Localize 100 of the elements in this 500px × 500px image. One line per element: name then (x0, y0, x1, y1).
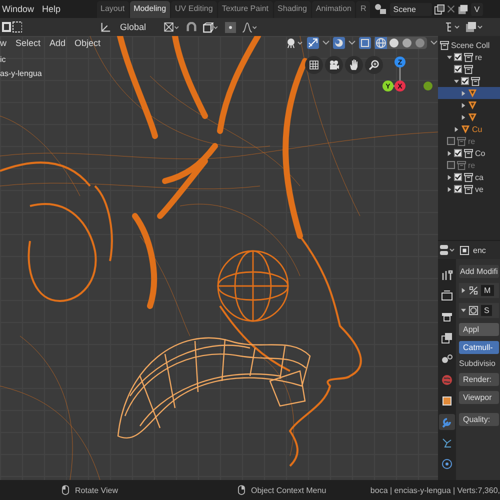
axis-dot[interactable] (394, 80, 406, 92)
world-tab-icon[interactable] (439, 372, 455, 388)
collection-icon (464, 172, 473, 182)
expanded-arrow-icon[interactable] (454, 78, 459, 84)
pivot-icon[interactable] (163, 22, 182, 32)
outliner-item[interactable]: ve (438, 183, 500, 195)
apply-button[interactable]: Appl (459, 323, 499, 336)
checkbox[interactable] (454, 185, 462, 193)
checkbox[interactable] (461, 77, 469, 85)
viewport-menu[interactable]: Add (50, 37, 66, 49)
orientation-dropdown[interactable]: Global (116, 21, 158, 33)
mesh-icon (468, 88, 477, 98)
shading-mode-button[interactable] (375, 37, 387, 49)
object-name-field[interactable]: enc (473, 246, 486, 254)
close-icon[interactable] (447, 5, 456, 13)
collapsed-arrow-icon[interactable] (447, 150, 452, 156)
editor-type-icon[interactable] (440, 244, 456, 256)
modifier-name-field[interactable]: M (481, 285, 494, 296)
shading-mode-button[interactable] (388, 37, 400, 49)
expanded-arrow-icon[interactable] (461, 308, 466, 313)
mesh-icon (461, 124, 470, 134)
collapsed-arrow-icon[interactable] (447, 174, 452, 180)
checkbox[interactable] (454, 65, 462, 73)
collapsed-arrow-icon[interactable] (461, 288, 466, 293)
level-field[interactable]: Render: (459, 373, 499, 386)
viewport-info-text: ic (0, 55, 7, 64)
subdivisions-label: Subdivisio (459, 359, 496, 368)
collection-icon (457, 160, 466, 170)
object-types-icon[interactable] (286, 37, 304, 49)
viewport-menu[interactable]: Object (74, 37, 101, 49)
viewport-menu[interactable]: w (0, 37, 6, 49)
camera-icon[interactable] (325, 56, 343, 74)
hand-icon[interactable] (345, 56, 363, 74)
image-stack-icon[interactable] (457, 4, 470, 14)
checkbox[interactable] (447, 161, 455, 169)
copy-icon[interactable] (434, 4, 446, 14)
scene-icon[interactable] (374, 3, 388, 15)
collapsed-arrow-icon[interactable] (454, 126, 459, 132)
checkbox[interactable] (454, 53, 462, 61)
xray-icon[interactable] (359, 37, 371, 49)
axis-dot[interactable] (382, 80, 394, 92)
caret-icon[interactable] (348, 40, 356, 46)
modifier-name-field[interactable]: S (481, 305, 492, 316)
add-modifier-button[interactable]: Add Modifi (459, 265, 499, 278)
display-mode-icon[interactable] (444, 21, 462, 33)
falloff-curve-icon[interactable] (241, 22, 260, 32)
collapsed-arrow-icon[interactable] (461, 90, 466, 96)
proportional-edit-icon[interactable] (225, 22, 236, 32)
workspace-tab[interactable]: R (356, 1, 370, 18)
checkbox[interactable] (454, 149, 462, 157)
outliner-item[interactable]: Cu (438, 123, 500, 135)
caret-icon[interactable] (322, 40, 330, 46)
collapsed-arrow-icon[interactable] (447, 186, 452, 192)
level-field[interactable]: Viewpor (459, 391, 499, 404)
object-icon (460, 246, 469, 254)
axis-dot[interactable] (394, 56, 406, 68)
outliner-item[interactable]: Scene Coll (438, 39, 500, 51)
menu-item[interactable]: Window (0, 4, 40, 14)
filter-icon[interactable] (465, 21, 483, 33)
zoom-icon[interactable] (365, 56, 383, 74)
checkbox[interactable] (454, 173, 462, 181)
view-layer-field[interactable]: V (471, 2, 483, 16)
menu-item[interactable]: Help (40, 4, 67, 14)
collapsed-arrow-icon[interactable] (461, 102, 466, 108)
magnet-icon[interactable] (186, 22, 198, 32)
physics-tab-icon[interactable] (439, 456, 455, 472)
quality-field[interactable]: Quality: (459, 413, 499, 426)
scene-field[interactable]: Scene (390, 2, 432, 16)
select-mode-icon[interactable] (2, 21, 22, 33)
outliner-item[interactable]: ca (438, 171, 500, 183)
collection-icon (464, 64, 473, 74)
transform-orientation-icon[interactable] (100, 22, 111, 32)
grid-icon[interactable] (305, 56, 323, 74)
modifier-tab-icon[interactable] (439, 414, 455, 430)
workspace-tab[interactable]: Layout (96, 1, 129, 18)
snap-cube-icon[interactable] (202, 22, 220, 32)
modifier-panel-header[interactable]: S (459, 303, 499, 318)
outliner-item[interactable]: re (438, 51, 500, 63)
view-layer-tab-icon[interactable] (439, 330, 455, 346)
expanded-arrow-icon[interactable] (447, 54, 452, 60)
workspace-tab[interactable]: Texture Paint (218, 1, 273, 18)
workspace-tab[interactable]: Animation (312, 1, 356, 18)
viewport-menu[interactable]: Select (16, 37, 41, 49)
mouse-icon (62, 485, 69, 495)
shading-mode-button[interactable] (401, 37, 413, 49)
collapsed-arrow-icon[interactable] (461, 114, 466, 120)
caret-icon[interactable] (430, 40, 438, 46)
collection-icon (440, 40, 449, 50)
subdivision-type-button[interactable]: Catmull- (459, 341, 499, 354)
gizmo-toggle-icon[interactable] (307, 37, 319, 49)
scene-statistics: boca | encias-y-lengua | Verts:7,360, (370, 486, 500, 494)
overlays-icon[interactable] (333, 37, 345, 49)
checkbox[interactable] (447, 137, 455, 145)
outliner-item[interactable]: Co (438, 147, 500, 159)
workspace-tab[interactable]: UV Editing (171, 1, 217, 18)
workspace-tab[interactable]: Shading (274, 1, 311, 18)
mesh-icon (468, 112, 477, 122)
modifier-panel-header[interactable]: M (459, 283, 499, 298)
mesh-icon (468, 100, 477, 110)
workspace-tab[interactable]: Modeling (130, 1, 170, 18)
